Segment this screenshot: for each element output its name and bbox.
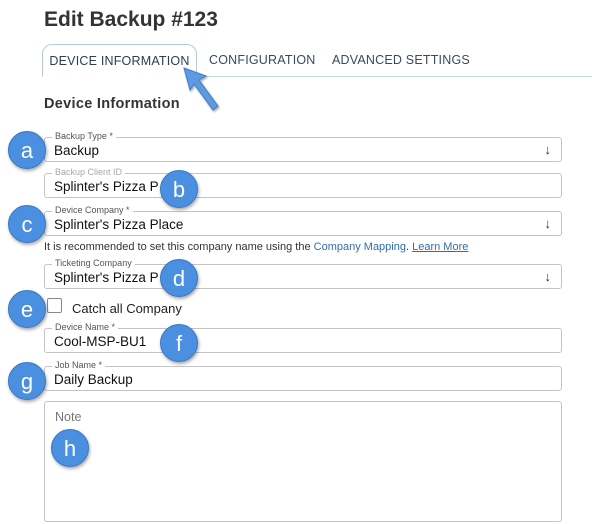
note-placeholder: Note [55, 410, 82, 424]
arrow-down-icon[interactable]: ↓ [545, 216, 552, 231]
pointer-arrow-icon [183, 67, 219, 111]
annotation-badge-a: a [8, 131, 46, 169]
arrow-down-icon[interactable]: ↓ [545, 142, 552, 157]
backup-type-label: Backup Type * [52, 131, 116, 142]
note-textarea[interactable]: Note [44, 401, 562, 522]
backup-type-value: Backup [54, 143, 100, 158]
job-name-value: Daily Backup [54, 372, 133, 387]
section-title: Device Information [44, 96, 180, 112]
annotation-badge-h: h [51, 429, 89, 467]
job-name-label: Job Name * [52, 360, 106, 371]
backup-type-select[interactable]: Backup Type * Backup ↓ [44, 131, 562, 162]
device-company-label: Device Company * [52, 205, 133, 216]
company-mapping-hint: It is recommended to set this company na… [44, 241, 468, 253]
device-company-value: Splinter's Pizza Place [54, 217, 184, 232]
ticketing-company-label: Ticketing Company [52, 258, 135, 269]
annotation-badge-b: b [160, 170, 198, 208]
catch-all-company-label: Catch all Company [72, 301, 182, 316]
tab-advanced-settings[interactable]: ADVANCED SETTINGS [332, 44, 470, 75]
learn-more-link[interactable]: Learn More [412, 241, 468, 253]
ticketing-company-value: Splinter's Pizza P [54, 270, 159, 285]
device-name-field[interactable]: Device Name * Cool-MSP-BU1 [44, 322, 562, 353]
arrow-down-icon[interactable]: ↓ [545, 269, 552, 284]
job-name-field[interactable]: Job Name * Daily Backup [44, 360, 562, 391]
page-title: Edit Backup #123 [44, 8, 218, 31]
device-name-label: Device Name * [52, 322, 119, 333]
annotation-badge-e: e [8, 290, 46, 328]
annotation-badge-c: c [8, 205, 46, 243]
tab-device-information[interactable]: DEVICE INFORMATION [42, 44, 197, 77]
ticketing-company-select[interactable]: Ticketing Company Splinter's Pizza P ↓ [44, 258, 562, 289]
company-mapping-link[interactable]: Company Mapping [314, 241, 406, 253]
tab-bar: DEVICE INFORMATION CONFIGURATION ADVANCE… [42, 44, 592, 77]
backup-client-id-label: Backup Client ID [52, 167, 126, 178]
device-name-value: Cool-MSP-BU1 [54, 334, 147, 349]
catch-all-company-checkbox[interactable] [47, 298, 62, 313]
annotation-badge-g: g [8, 362, 46, 400]
device-company-select[interactable]: Device Company * Splinter's Pizza Place … [44, 205, 562, 236]
hint-text: It is recommended to set this company na… [44, 241, 314, 253]
backup-client-id-field[interactable]: Backup Client ID Splinter's Pizza P [44, 167, 562, 198]
annotation-badge-d: d [160, 259, 198, 297]
backup-client-id-value: Splinter's Pizza P [54, 179, 159, 194]
annotation-badge-f: f [160, 324, 198, 362]
tab-configuration[interactable]: CONFIGURATION [209, 44, 316, 75]
